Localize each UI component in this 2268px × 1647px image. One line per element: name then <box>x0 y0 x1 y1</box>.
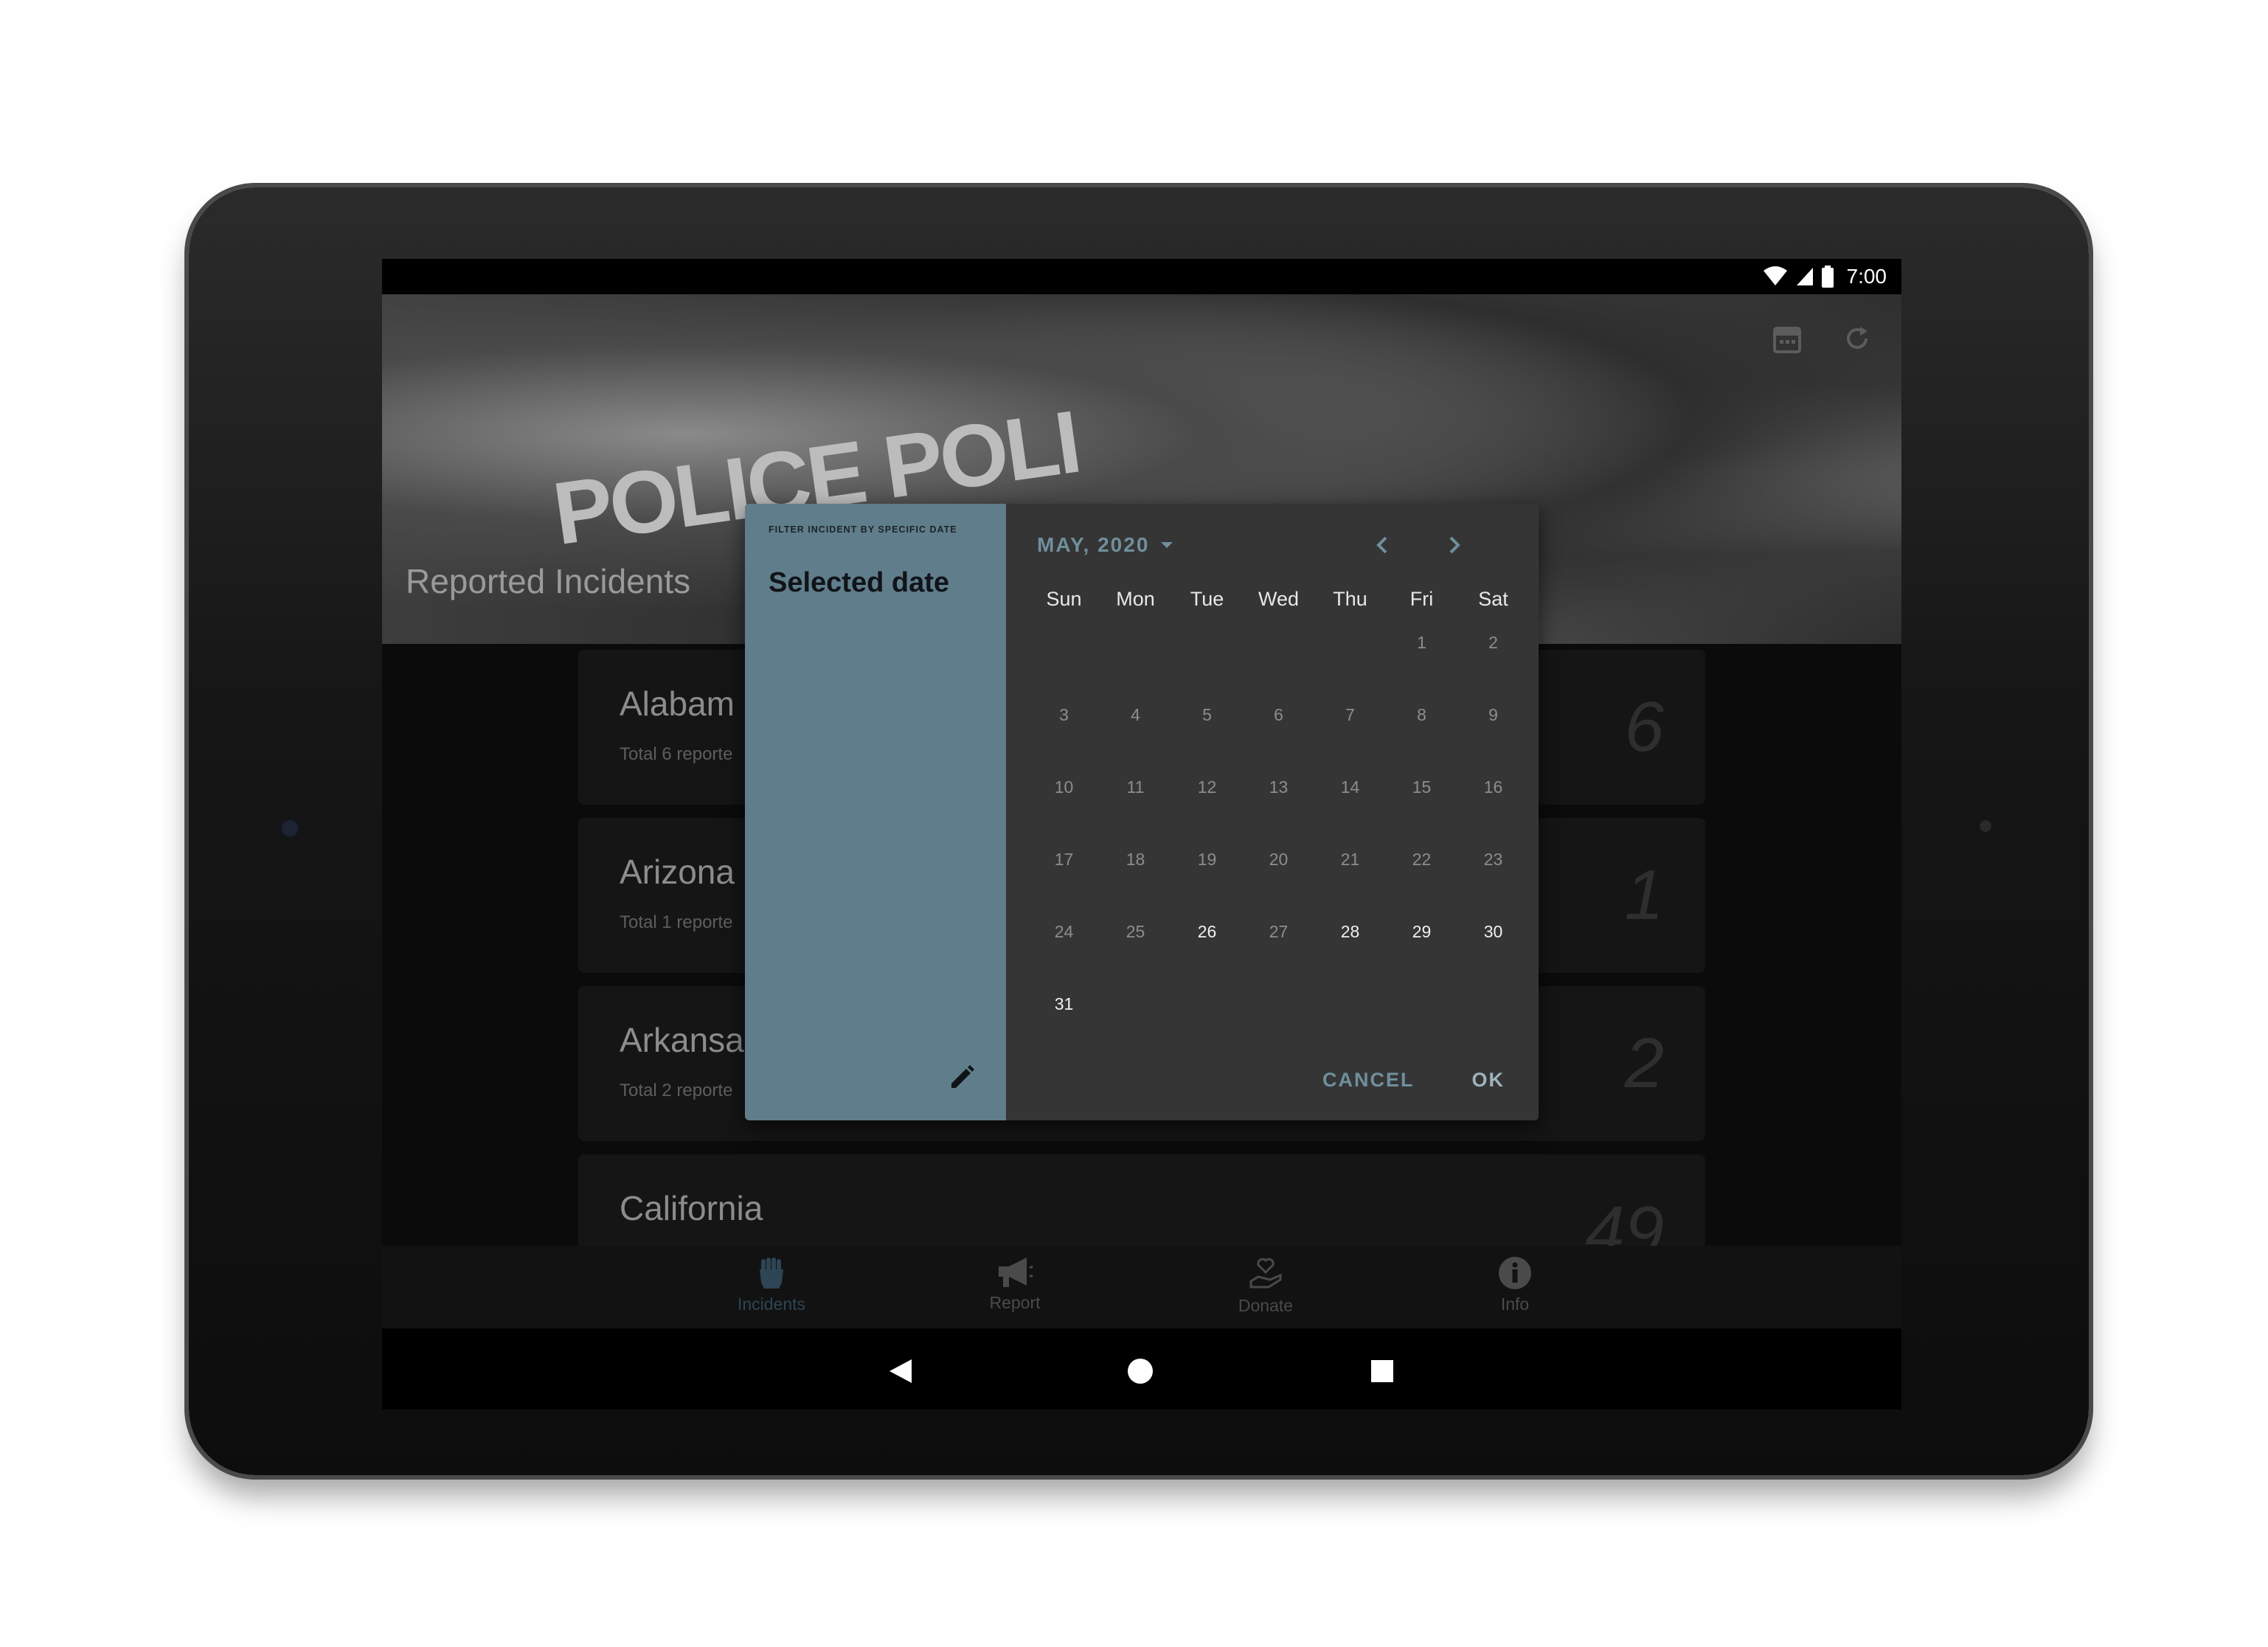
system-navigation-bar <box>382 1328 1901 1410</box>
calendar-day-8[interactable]: 8 <box>1386 693 1457 737</box>
month-year-selector[interactable]: MAY, 2020 <box>1037 533 1174 557</box>
calendar-day-29[interactable]: 29 <box>1386 909 1457 954</box>
nav-donate[interactable]: Donate <box>1207 1256 1325 1316</box>
month-year-label: MAY, 2020 <box>1037 533 1150 556</box>
dropdown-arrow-icon <box>1161 542 1173 548</box>
page-title: Reported Incidents <box>406 562 691 600</box>
date-picker-overline: FILTER INCIDENT BY SPECIFIC DATE <box>769 524 957 535</box>
calendar-day-10[interactable]: 10 <box>1028 765 1100 809</box>
calendar-panel: MAY, 2020 Sun Mon Tue Wed Thu Fri Sat 12… <box>1006 504 1539 1120</box>
cancel-button[interactable]: CANCEL <box>1322 1069 1415 1092</box>
signal-icon <box>1796 268 1813 285</box>
status-bar: 7:00 <box>382 259 1901 294</box>
calendar-day-9[interactable]: 9 <box>1457 693 1529 737</box>
calendar-icon[interactable] <box>1773 324 1801 353</box>
nav-label: Incidents <box>737 1294 806 1314</box>
raised-fist-icon <box>760 1258 783 1289</box>
state-name: California <box>620 1189 763 1227</box>
edit-pencil-icon[interactable] <box>947 1063 977 1092</box>
weekday-label: Tue <box>1190 588 1224 610</box>
calendar-day-14[interactable]: 14 <box>1314 765 1386 809</box>
nav-report[interactable]: Report <box>956 1256 1074 1313</box>
calendar-day-18[interactable]: 18 <box>1100 837 1171 881</box>
calendar-day-2[interactable]: 2 <box>1457 620 1529 665</box>
calendar-day-6[interactable]: 6 <box>1243 693 1314 737</box>
incident-total: Total 2 reporte <box>620 1081 733 1100</box>
nav-incidents[interactable]: Incidents <box>712 1256 830 1314</box>
incident-total: Total 1 reporte <box>620 912 733 932</box>
weekday-label: Sat <box>1478 588 1508 610</box>
calendar-day-30[interactable]: 30 <box>1457 909 1529 954</box>
weekday-label: Fri <box>1409 588 1434 610</box>
battery-icon <box>1821 266 1834 288</box>
calendar-day-3[interactable]: 3 <box>1028 693 1100 737</box>
calendar-day-7[interactable]: 7 <box>1314 693 1386 737</box>
calendar-day-28[interactable]: 28 <box>1314 909 1386 954</box>
weekday-header: Sun Mon Tue Wed Thu Fri Sat <box>1028 588 1529 611</box>
calendar-day-20[interactable]: 20 <box>1243 837 1314 881</box>
weekday-label: Thu <box>1333 588 1367 610</box>
weekday-label: Wed <box>1258 588 1300 610</box>
incident-count: 1 <box>1624 856 1664 935</box>
calendar-day-23[interactable]: 23 <box>1457 837 1529 881</box>
info-icon <box>1499 1257 1531 1289</box>
chevron-right-icon[interactable] <box>1438 529 1471 561</box>
date-picker-header: FILTER INCIDENT BY SPECIFIC DATE Selecte… <box>745 504 1006 1120</box>
incident-count: 2 <box>1624 1024 1664 1103</box>
calendar-day-25[interactable]: 25 <box>1100 909 1171 954</box>
refresh-icon[interactable] <box>1842 324 1872 353</box>
nav-info[interactable]: Info <box>1456 1256 1574 1314</box>
ok-button[interactable]: OK <box>1472 1069 1505 1092</box>
incident-count: 6 <box>1624 687 1664 766</box>
calendar-day-1[interactable]: 1 <box>1386 620 1457 665</box>
calendar-day-16[interactable]: 16 <box>1457 765 1529 809</box>
light-sensor <box>1980 820 1991 832</box>
weekday-label: Mon <box>1116 588 1155 610</box>
calendar-day-24[interactable]: 24 <box>1028 909 1100 954</box>
device-screen: 7:00 POLICE POLI Reported Incidents Alab… <box>382 259 1901 1410</box>
calendar-day-5[interactable]: 5 <box>1171 693 1243 737</box>
calendar-day-19[interactable]: 19 <box>1171 837 1243 881</box>
calendar-day-11[interactable]: 11 <box>1100 765 1171 809</box>
calendar-day-26[interactable]: 26 <box>1171 909 1243 954</box>
incident-total: Total 6 reporte <box>620 744 733 764</box>
back-icon[interactable] <box>888 1358 913 1384</box>
state-name: Arizona <box>620 853 735 891</box>
weekday-label: Sun <box>1046 588 1082 610</box>
state-name: Alabam <box>620 684 735 723</box>
chevron-left-icon[interactable] <box>1366 529 1398 561</box>
nav-label: Info <box>1500 1294 1530 1314</box>
recents-icon[interactable] <box>1370 1359 1394 1383</box>
selected-date-label: Selected date <box>769 567 949 598</box>
calendar-day-27[interactable]: 27 <box>1243 909 1314 954</box>
calendar-day-4[interactable]: 4 <box>1100 693 1171 737</box>
calendar-day-15[interactable]: 15 <box>1386 765 1457 809</box>
bottom-navigation: Incidents Report Donate Info <box>382 1246 1901 1328</box>
calendar-day-22[interactable]: 22 <box>1386 837 1457 881</box>
calendar-day-31[interactable]: 31 <box>1028 982 1100 1026</box>
home-icon[interactable] <box>1127 1358 1154 1384</box>
status-time: 7:00 <box>1846 265 1887 288</box>
nav-label: Donate <box>1238 1296 1294 1315</box>
date-picker-dialog: FILTER INCIDENT BY SPECIFIC DATE Selecte… <box>745 504 1539 1120</box>
nav-label: Report <box>989 1293 1041 1312</box>
state-name: Arkansa <box>620 1021 744 1059</box>
front-camera <box>280 819 299 838</box>
wifi-icon <box>1763 266 1787 285</box>
calendar-day-21[interactable]: 21 <box>1314 837 1386 881</box>
donate-heart-hand-icon <box>1249 1258 1282 1289</box>
calendar-day-13[interactable]: 13 <box>1243 765 1314 809</box>
calendar-day-12[interactable]: 12 <box>1171 765 1243 809</box>
megaphone-icon <box>999 1258 1033 1287</box>
calendar-day-17[interactable]: 17 <box>1028 837 1100 881</box>
